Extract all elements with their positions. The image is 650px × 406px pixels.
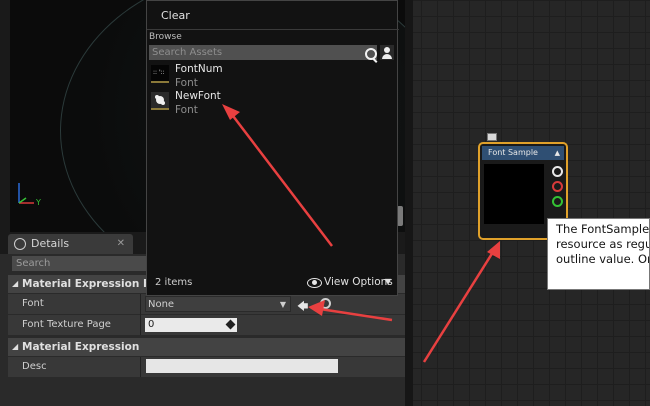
details-tab-label: Details [31,237,70,250]
tooltip-line: outline value. On [556,252,650,266]
asset-item-fontnum[interactable]: :: ':: FontNum Font [149,63,389,91]
column-separator [140,357,141,377]
node-tooltip: The FontSample resource as regu outline … [547,218,650,290]
viewport-left-bar [0,0,10,232]
divider [147,29,399,30]
font-thumbnail-icon [151,92,169,110]
node-title: Font Sample [488,148,538,157]
collapse-triangle-icon: ◢ [12,342,19,351]
output-pin-rgb[interactable] [552,166,563,177]
svg-text:::: :: [153,69,157,76]
item-count: 2 items [155,277,193,288]
axis-label: Y [36,198,41,207]
chevron-down-icon: ▼ [279,300,286,309]
font-texture-page-input[interactable]: 0 [145,318,237,332]
asset-item-newfont[interactable]: NewFont Font [149,90,389,118]
user-icon[interactable] [380,45,394,60]
font-thumbnail-icon: :: ':: [151,65,169,83]
close-icon[interactable]: ✕ [117,234,125,254]
eye-icon[interactable] [307,278,322,288]
clear-button[interactable]: Clear [161,9,190,22]
output-pin-g[interactable] [552,196,563,207]
tooltip-line: resource as regu [556,237,650,251]
asset-search-input[interactable]: Search Assets [149,45,377,60]
details-search-input[interactable]: Search [12,256,148,271]
asset-type: Font [175,77,198,89]
browse-heading: Browse [149,32,182,42]
font-thumbnail-bar [151,81,169,83]
font-asset-combo[interactable]: None ▼ [145,296,291,312]
drag-handle-icon [225,319,236,330]
svg-text:'::: ':: [159,69,165,76]
search-icon[interactable] [365,48,377,60]
use-selected-asset-icon[interactable]: 🡄 [297,298,311,313]
node-title-bar[interactable]: Font Sample ▲ [482,146,564,160]
asset-name: FontNum [175,63,223,75]
section-title: Material Expression [22,341,140,353]
desc-label: Desc [22,361,47,372]
graph-edge [405,0,413,406]
column-separator [140,294,141,335]
font-texture-page-label: Font Texture Page [22,319,111,330]
font-label: Font [22,298,44,309]
node-comment-icon[interactable] [487,133,497,141]
tab-details[interactable]: Details ✕ [8,234,133,254]
output-pin-r[interactable] [552,181,563,192]
chevron-down-icon: ▼ [385,277,392,286]
asset-picker-menu: Clear Browse Search Assets :: ':: FontNu… [146,0,399,296]
asset-type: Font [175,104,198,116]
asset-name: NewFont [175,90,221,102]
font-thumbnail-bar [151,108,169,110]
view-options-button[interactable]: View Options [324,276,393,288]
collapse-triangle-icon: ◢ [12,279,19,288]
section-material-expression[interactable]: ◢ Material Expression [8,338,405,356]
details-search-icon [14,238,26,250]
collapse-arrow-icon[interactable]: ▲ [555,146,560,160]
desc-input[interactable] [146,359,338,373]
font-texture-page-value: 0 [148,319,155,330]
tooltip-line: The FontSample [556,222,650,236]
browse-asset-icon[interactable] [320,298,331,309]
font-value: None [148,299,175,310]
node-preview [484,164,544,224]
